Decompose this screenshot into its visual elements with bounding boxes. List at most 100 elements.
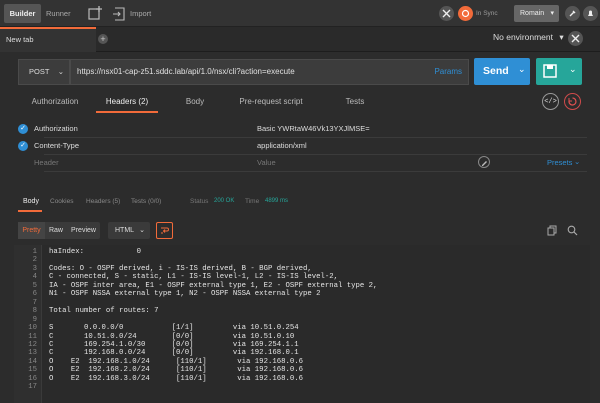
code-line: 12 C 169.254.1.0/30 [0/0] via 169.254.1.1 <box>14 341 590 349</box>
header-row-empty: Header Value Presets ⌄ <box>14 155 587 172</box>
format-select[interactable]: HTML ⌄ <box>108 222 150 239</box>
chevron-down-icon: ⌄ <box>139 227 145 234</box>
line-number: 2 <box>32 256 37 265</box>
url-input[interactable]: https://nsx01-cap-z51.sddc.lab/api/1.0/n… <box>70 59 469 85</box>
code-icon[interactable]: </> <box>542 93 559 110</box>
header-key[interactable]: Authorization <box>34 124 78 133</box>
code-text: C 169.254.1.0/30 [0/0] via 169.254.1.1 <box>49 340 299 349</box>
code-text: O E2 192.168.2.0/24 [110/1] via 192.168.… <box>49 366 303 375</box>
code-text: IA - OSPF inter area, E1 - OSPF external… <box>49 281 378 290</box>
code-line: 4 C - connected, S - static, L1 - IS-IS l… <box>14 273 590 281</box>
line-number: 8 <box>32 307 37 316</box>
tab-headers[interactable]: Headers (2) <box>92 95 162 109</box>
line-number: 4 <box>32 273 37 282</box>
line-number: 17 <box>28 383 37 392</box>
environment-settings-icon[interactable] <box>568 31 583 46</box>
chevron-down-icon[interactable]: ⌄ <box>518 64 526 75</box>
header-value[interactable]: Basic YWRtaW46Vk13YXJlMSE= <box>257 124 370 133</box>
edit-icon[interactable] <box>478 156 490 168</box>
tab-new[interactable]: New tab <box>0 27 96 52</box>
notifications-icon[interactable] <box>583 6 598 21</box>
save-button[interactable]: ⌄ <box>536 58 582 85</box>
tab-authorization[interactable]: Authorization <box>20 95 90 109</box>
line-number: 1 <box>32 248 37 256</box>
history-icon[interactable] <box>564 93 581 110</box>
settings-icon[interactable] <box>565 6 580 21</box>
code-line: 13 C 192.168.0.0/24 [0/0] via 192.168.0.1 <box>14 349 590 357</box>
response-tab-cookies[interactable]: Cookies <box>50 198 73 205</box>
line-number: 15 <box>28 366 37 375</box>
tab-tests[interactable]: Tests <box>325 95 385 109</box>
builder-button[interactable]: Builder <box>4 4 41 23</box>
line-number: 5 <box>32 281 37 290</box>
header-value[interactable]: application/xml <box>257 141 307 150</box>
response-tab-body[interactable]: Body <box>23 198 39 205</box>
response-tab-bar: Body Cookies Headers (5) Tests (0/0) Sta… <box>0 195 600 213</box>
status-value: 200 OK <box>214 198 235 204</box>
code-text: C - connected, S - static, L1 - IS-IS le… <box>49 273 339 282</box>
row-divider <box>44 171 587 172</box>
chevron-down-icon: ⌄ <box>574 157 581 166</box>
time-value: 4899 ms <box>265 198 289 204</box>
user-name: Romain <box>520 10 545 17</box>
wrap-lines-icon[interactable] <box>156 222 173 239</box>
params-button[interactable]: Params <box>434 67 462 76</box>
header-key[interactable]: Content-Type <box>34 141 79 150</box>
response-tab-headers[interactable]: Headers (5) <box>86 198 120 205</box>
code-line: 9 <box>14 316 590 324</box>
header-key-placeholder[interactable]: Header <box>34 158 59 167</box>
send-button[interactable]: Send ⌄ <box>474 58 530 85</box>
line-number: 14 <box>28 357 37 366</box>
status-label: Status <box>190 198 209 205</box>
interceptor-icon[interactable] <box>439 6 454 21</box>
header-enabled-checkbox[interactable]: ✓ <box>18 124 28 134</box>
line-number: 12 <box>28 340 37 349</box>
active-tab-indicator <box>18 210 42 212</box>
line-number: 11 <box>28 332 37 341</box>
line-number: 13 <box>28 349 37 358</box>
import-button[interactable]: Import <box>124 5 157 22</box>
tab-label: New tab <box>6 35 34 44</box>
chevron-down-icon[interactable]: ⌄ <box>569 64 577 75</box>
runner-button[interactable]: Runner <box>40 5 77 22</box>
tab-body[interactable]: Body <box>165 95 225 109</box>
add-tab-icon[interactable]: + <box>98 34 108 44</box>
method-label: POST <box>29 67 50 76</box>
line-number: 16 <box>28 374 37 383</box>
user-dropdown[interactable]: Romain ▾ <box>514 5 559 22</box>
response-tab-tests[interactable]: Tests (0/0) <box>131 198 161 205</box>
response-body-viewer[interactable]: 1 haIndex: 0 2 3 Codes: O - OSPF derived, i … <box>14 245 590 403</box>
environment-select[interactable]: No environment ▾ <box>493 32 564 43</box>
raw-button[interactable]: Raw <box>46 222 66 239</box>
code-text: S 0.0.0.0/0 [1/1] via 10.51.0.254 <box>49 324 299 333</box>
line-number: 10 <box>28 324 37 333</box>
tab-bar: New tab + No environment ▾ <box>0 27 600 52</box>
top-toolbar: Builder Runner Import In Sync Romain ▾ <box>0 0 600 27</box>
copy-icon[interactable] <box>546 224 558 236</box>
request-bar: POST ⌄ https://nsx01-cap-z51.sddc.lab/ap… <box>0 52 600 92</box>
code-line: 5 IA - OSPF inter area, E1 - OSPF externa… <box>14 282 590 290</box>
header-enabled-checkbox[interactable]: ✓ <box>18 141 28 151</box>
method-select[interactable]: POST ⌄ <box>18 59 70 85</box>
line-number: 9 <box>32 315 37 324</box>
view-mode-group: Pretty Raw Preview <box>18 222 100 239</box>
presets-dropdown[interactable]: Presets <box>547 158 572 167</box>
preview-button[interactable]: Preview <box>67 222 100 239</box>
chevron-down-icon: ▾ <box>559 32 564 42</box>
new-window-icon[interactable] <box>87 5 104 22</box>
header-value-placeholder[interactable]: Value <box>257 158 276 167</box>
code-line: 8 Total number of routes: 7 <box>14 307 590 315</box>
code-line: 11 C 10.51.0.0/24 [0/0] via 10.51.0.10 <box>14 333 590 341</box>
header-row: ✓ Content-Type application/xml <box>14 138 587 155</box>
line-number: 6 <box>32 290 37 299</box>
code-line: 17 <box>14 383 590 391</box>
code-text: N1 - OSPF NSSA external type 1, N2 - OSP… <box>49 290 321 299</box>
header-row: ✓ Authorization Basic YWRtaW46Vk13YXJlMS… <box>14 121 587 138</box>
search-icon[interactable] <box>566 224 578 236</box>
line-number: 7 <box>32 298 37 307</box>
code-text: O E2 192.168.3.0/24 [110/1] via 192.168.… <box>49 374 303 383</box>
tab-pre-request-script[interactable]: Pre-request script <box>226 95 316 109</box>
pretty-button[interactable]: Pretty <box>18 222 45 239</box>
environment-label: No environment <box>493 32 554 42</box>
code-text: O E2 192.168.1.0/24 [110/1] via 192.168.… <box>49 357 303 366</box>
